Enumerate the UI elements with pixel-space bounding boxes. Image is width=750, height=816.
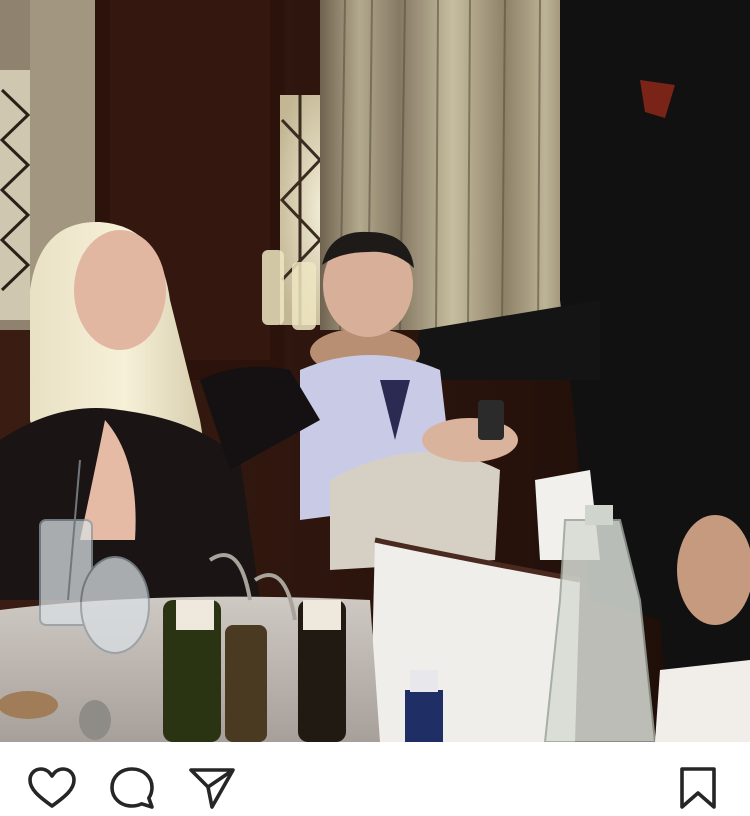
- heart-icon: [28, 767, 76, 808]
- restaurant-scene-image: [0, 0, 750, 742]
- bookmark-icon: [680, 767, 716, 809]
- post-action-bar: [0, 742, 750, 816]
- share-button[interactable]: [188, 764, 236, 812]
- like-button[interactable]: [28, 764, 76, 812]
- comment-button[interactable]: [108, 764, 156, 812]
- save-button[interactable]: [674, 764, 722, 812]
- comment-bubble-icon: [110, 767, 154, 809]
- post-photo[interactable]: [0, 0, 750, 742]
- paper-plane-icon: [189, 768, 235, 809]
